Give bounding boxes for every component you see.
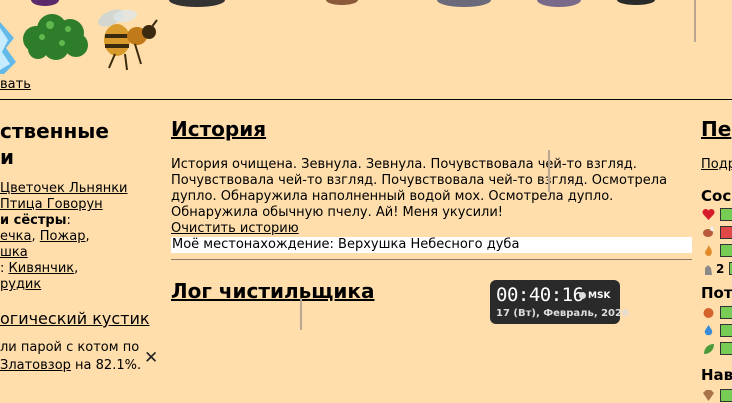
- top-divider: [0, 99, 732, 100]
- location-field: Моё местонахождение: Верхушка Небесного …: [171, 237, 692, 253]
- gem-icon: [703, 390, 714, 401]
- stat-potential-2: [701, 324, 732, 338]
- cat-sprite-3[interactable]: [325, 0, 359, 6]
- location-divider: [171, 259, 692, 260]
- relative-link[interactable]: Птица Говорун: [0, 197, 103, 212]
- sibling-link[interactable]: Пожар: [40, 229, 86, 244]
- clock-time: 00:40:16: [496, 284, 584, 306]
- history-log: История очищена. Зевнула. Зевнула. Почув…: [171, 157, 668, 220]
- clear-history-link[interactable]: Очистить историю: [171, 221, 299, 236]
- cat-sprite-1[interactable]: [30, 0, 60, 6]
- skills-heading: Нав: [701, 366, 732, 384]
- stat-count: 2: [716, 262, 725, 276]
- right-link[interactable]: Подр: [701, 157, 732, 172]
- cleaner-log-title: Лог чистильщика: [171, 279, 375, 303]
- stat-thirst: [701, 244, 732, 258]
- scroll-line-low: [300, 298, 302, 330]
- kivyanchik-link[interactable]: Кивянчик: [9, 261, 75, 276]
- list-item: ечка, Пожар,: [0, 229, 90, 244]
- stat-skill-1: [701, 389, 732, 403]
- left-heading: ственные и: [0, 119, 109, 169]
- stone-icon: [705, 265, 712, 275]
- scroll-line-mid: [548, 150, 550, 192]
- sibling-link[interactable]: шка: [0, 245, 28, 260]
- cat-sprite-5[interactable]: [536, 0, 582, 8]
- bush-sprite[interactable]: [22, 11, 90, 61]
- meat-icon: [703, 227, 714, 237]
- stat-health: [701, 208, 732, 222]
- bush-link[interactable]: огический кустик: [0, 309, 150, 328]
- stat-bar: [720, 208, 732, 221]
- cat-sprite-6[interactable]: [616, 0, 656, 6]
- list-item: шка: [0, 245, 128, 261]
- flame-icon: [705, 245, 712, 257]
- stat-bar: [720, 324, 732, 337]
- list-item: : Кивянчик,: [0, 261, 79, 276]
- herb-icon: [704, 344, 714, 354]
- stat-bar: [720, 342, 732, 355]
- potential-heading: Пот: [701, 284, 732, 302]
- pair-info: ли парой с котом по Златовзор на 82.1%.: [0, 340, 142, 373]
- relative-link[interactable]: Цветочек Льнянки: [0, 181, 128, 196]
- scroll-line-top: [694, 0, 696, 42]
- stat-bar: [720, 389, 732, 402]
- globe-icon: [579, 292, 586, 299]
- clock-widget: 00:40:16 MSK 17 (Вт), Февраль, 2026: [490, 280, 629, 324]
- clock-zone: MSK: [579, 291, 610, 301]
- stat-bar: [720, 306, 732, 319]
- paw-icon: [703, 308, 714, 318]
- drop-icon: [704, 325, 713, 336]
- clock-date: 17 (Вт), Февраль, 2026: [496, 308, 629, 319]
- stat-potential-3: [701, 342, 732, 356]
- close-icon[interactable]: ✕: [144, 350, 158, 367]
- crystal-sprite[interactable]: [0, 18, 18, 74]
- left-top-link[interactable]: вать: [0, 77, 31, 92]
- list-item: Птица Говорун: [0, 197, 128, 213]
- pair-cat-link[interactable]: Златовзор: [0, 358, 71, 373]
- list-item: рудик: [0, 277, 128, 293]
- heart-icon: [702, 208, 715, 220]
- stat-bar: [720, 244, 732, 257]
- ruduk-link[interactable]: рудик: [0, 277, 41, 292]
- cat-sprite-2[interactable]: [168, 0, 226, 8]
- history-title: История: [171, 117, 267, 141]
- bee-sprite[interactable]: [95, 6, 161, 74]
- stat-bar: [720, 226, 732, 239]
- sibling-link[interactable]: ечка: [0, 229, 32, 244]
- list-item: Цветочек Льнянки: [0, 181, 128, 197]
- stat-hunger: [701, 226, 732, 240]
- list-item: и сёстры:: [0, 213, 71, 228]
- cat-sprite-4[interactable]: [436, 0, 492, 8]
- stat-potential-1: [701, 306, 732, 320]
- status-heading: Сос: [701, 187, 732, 205]
- right-heading[interactable]: Пе: [701, 117, 731, 141]
- left-relatives-list: Цветочек Льнянки Птица Говорун и сёстры:…: [0, 181, 128, 293]
